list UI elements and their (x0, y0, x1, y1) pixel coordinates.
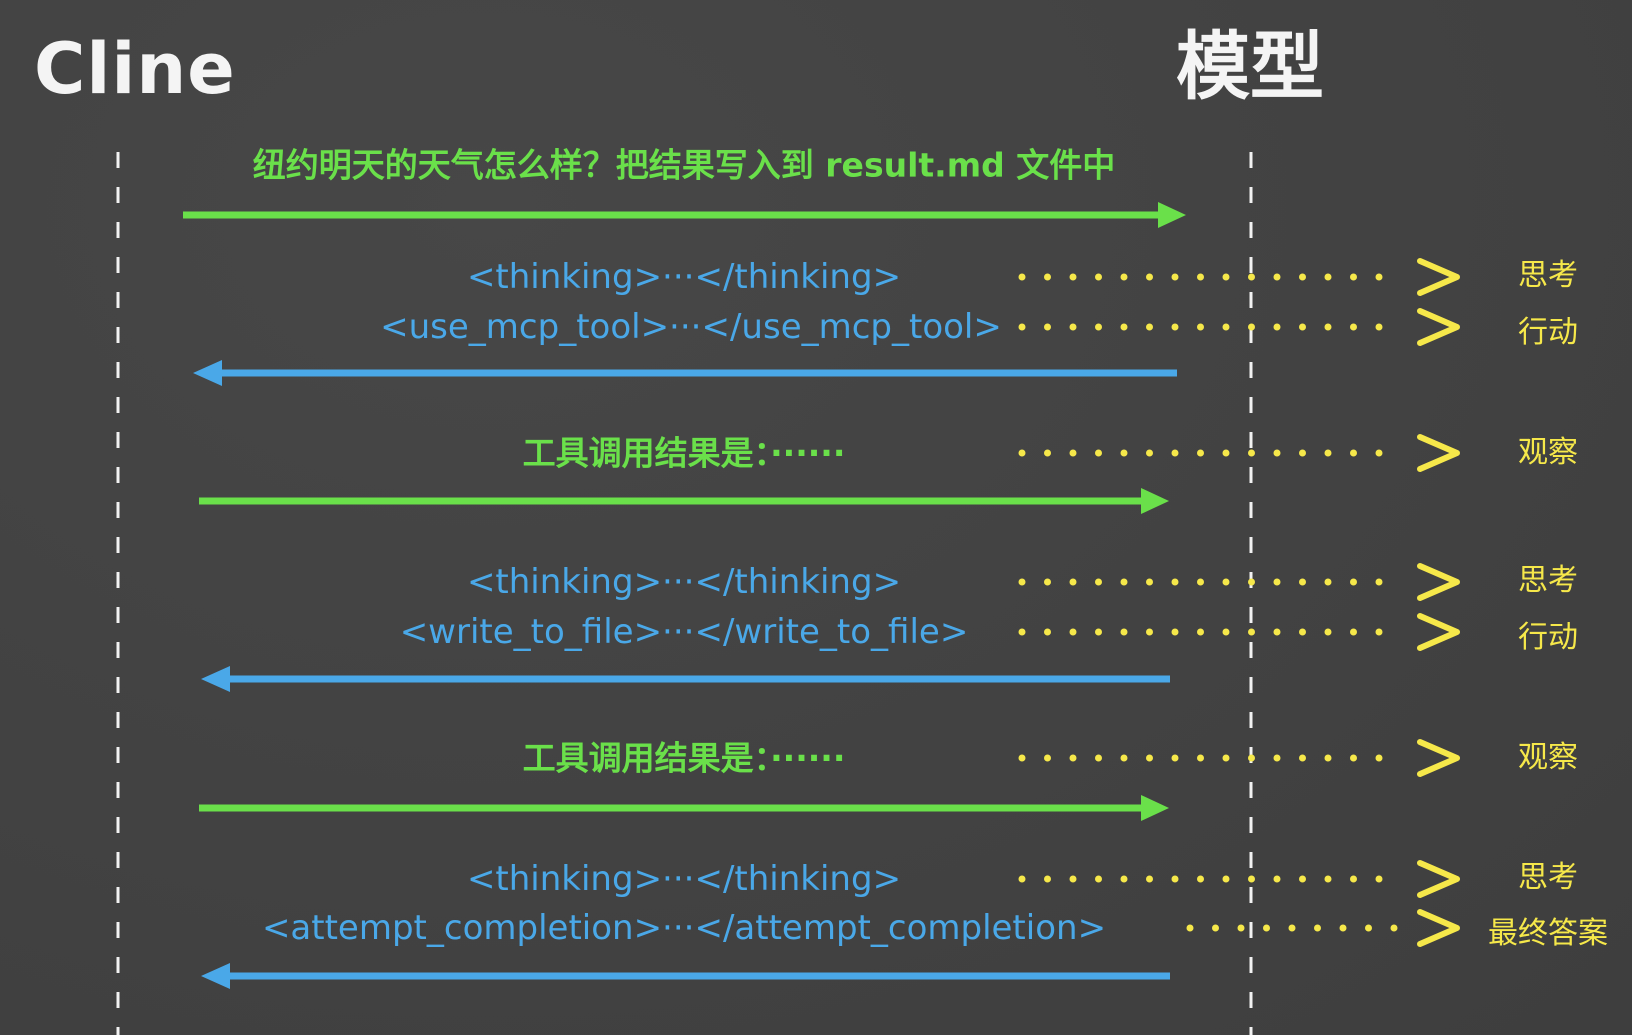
phase-connector (1018, 258, 1460, 296)
model-title: 模型 (1176, 24, 1324, 110)
phase-label-think: 思考 (1518, 860, 1578, 895)
phase-connector (1018, 308, 1460, 346)
phase-connector (1018, 739, 1460, 777)
phase-label-act: 行动 (1518, 620, 1578, 655)
tool-result-label: 工具调用结果是：······ (522, 738, 846, 778)
phase-label-act: 行动 (1518, 315, 1578, 350)
thinking-label: <thinking>···</thinking> (466, 257, 902, 297)
phase-connector (1018, 613, 1460, 651)
tool-result-arrow (199, 488, 1169, 514)
write-to-file-label: <write_to_file>···</write_to_file> (399, 612, 969, 652)
sequence-diagram: Cline 模型 纽约明天的天气怎么样？把结果写入到 result.md 文件中… (0, 0, 1632, 1035)
phase-connector (1018, 860, 1460, 898)
cline-title: Cline (34, 28, 236, 110)
thinking-label: <thinking>···</thinking> (466, 562, 902, 602)
use-mcp-tool-label: <use_mcp_tool>···</use_mcp_tool> (380, 307, 1002, 347)
phase-label-observe: 观察 (1518, 740, 1578, 775)
phase-label-final-answer: 最终答案 (1488, 916, 1608, 951)
response-arrow (201, 963, 1170, 989)
phase-connector (1018, 563, 1460, 601)
user-request-label: 纽约明天的天气怎么样？把结果写入到 result.md 文件中 (252, 145, 1116, 185)
phase-connector (1186, 909, 1460, 947)
phase-label-think: 思考 (1518, 258, 1578, 293)
thinking-label: <thinking>···</thinking> (466, 859, 902, 899)
response-arrow (201, 666, 1170, 692)
response-arrow (193, 360, 1177, 386)
request-arrow (183, 202, 1186, 228)
phase-label-observe: 观察 (1518, 435, 1578, 470)
tool-result-label: 工具调用结果是：······ (522, 433, 846, 473)
phase-connector (1018, 434, 1460, 472)
attempt-completion-label: <attempt_completion>···</attempt_complet… (261, 908, 1107, 948)
phase-label-think: 思考 (1518, 563, 1578, 598)
tool-result-arrow (199, 795, 1169, 821)
